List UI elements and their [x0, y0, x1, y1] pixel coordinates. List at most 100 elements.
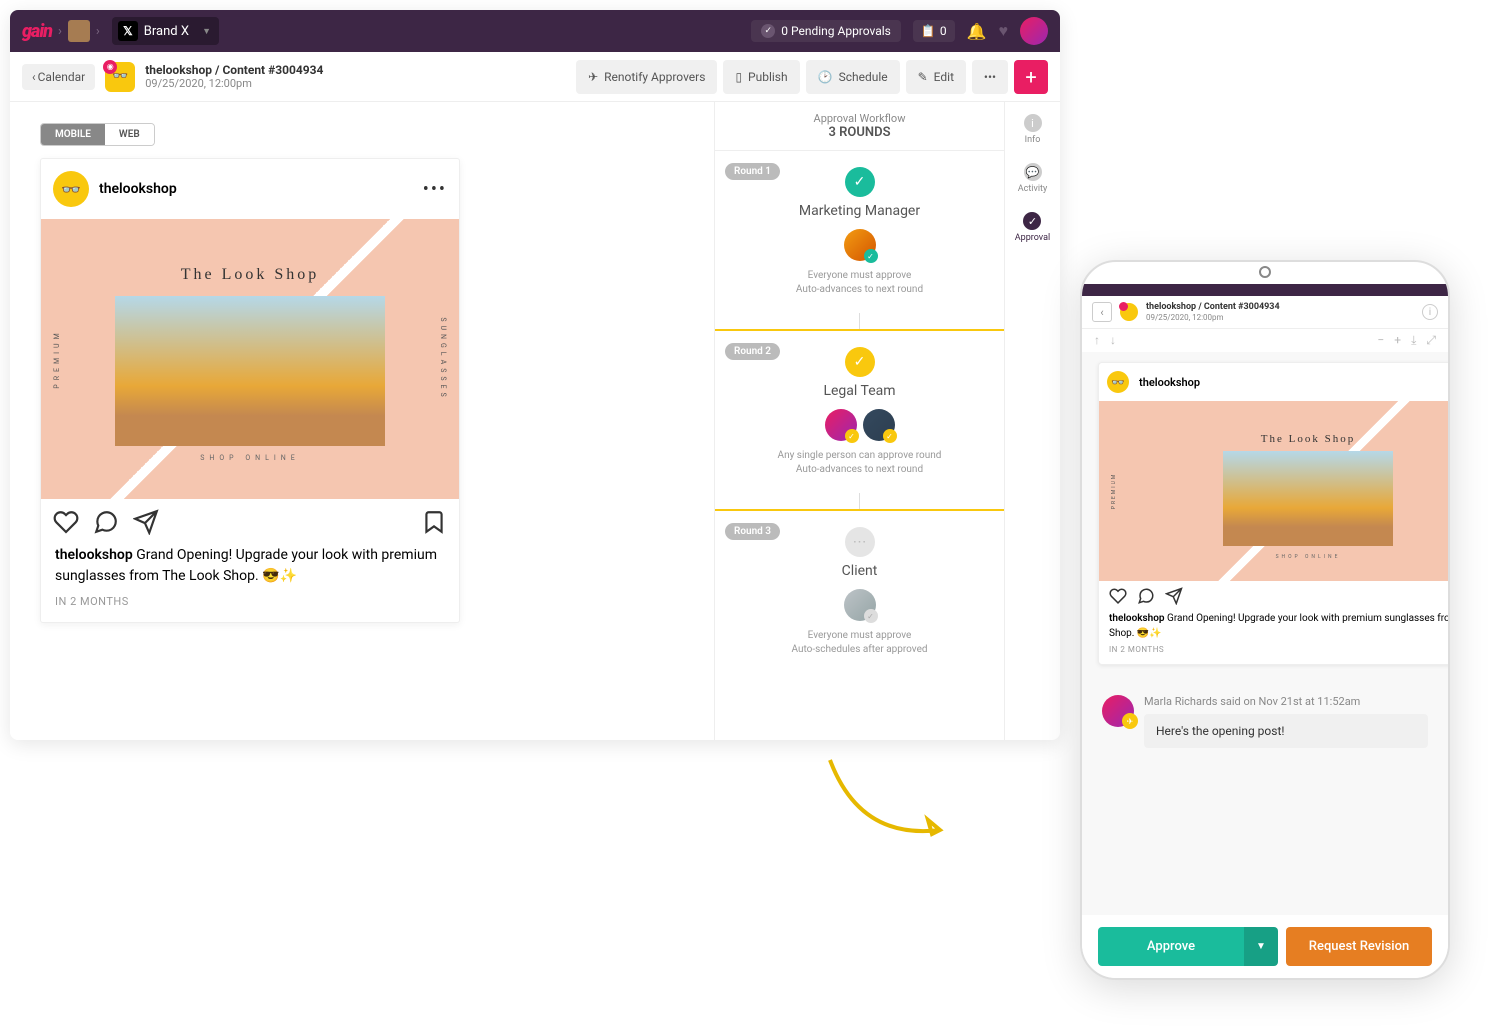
toolbar: ✈Renotify Approvers ▯Publish 🕑Schedule ✎… — [576, 60, 1048, 94]
post-image: PREMIUM SUNGLASSES The Look Shop SHOP ON… — [41, 219, 459, 499]
share-icon[interactable] — [1165, 587, 1183, 605]
commenter-avatar: ✈ — [1102, 695, 1134, 727]
pending-icon: ✓ — [864, 609, 878, 623]
caption-user: thelookshop — [55, 547, 133, 563]
heart-icon[interactable] — [53, 509, 79, 535]
renotify-button[interactable]: ✈Renotify Approvers — [576, 60, 717, 94]
phone-statusbar — [1082, 284, 1448, 296]
device-icon: ▯ — [735, 70, 742, 84]
preview-column: MOBILE WEB 👓 thelookshop ••• PREMIUM SUN… — [10, 102, 714, 740]
edit-button[interactable]: ✎Edit — [906, 60, 966, 94]
send-icon: ✈ — [1122, 713, 1138, 729]
phone-content: 👓 thelookshop ••• PREMIUM SUNGLASSES The… — [1082, 352, 1448, 915]
image-label-right: SUNGLASSES — [439, 317, 447, 400]
round-2: Round 2 ✓ Legal Team ✓ ✓ Any single pers… — [715, 331, 1004, 493]
user-avatar[interactable] — [1020, 17, 1048, 45]
check-icon: ✓ — [1023, 212, 1041, 230]
post-caption: thelookshop Grand Opening! Upgrade your … — [1099, 611, 1448, 645]
crumb-sep: › — [58, 24, 62, 39]
phone-mockup: ‹ thelookshop / Content #3004934 09/25/2… — [1080, 260, 1450, 980]
x-icon: 𝕏 — [118, 21, 138, 41]
web-tab[interactable]: WEB — [105, 124, 154, 145]
expand-icon[interactable]: ⤢ — [1426, 333, 1436, 348]
back-calendar-button[interactable]: ‹ Calendar — [22, 64, 95, 90]
clipboard-count[interactable]: 📋 0 — [913, 20, 955, 42]
round-pill: Round 2 — [725, 343, 780, 360]
image-photo — [115, 296, 385, 446]
post-preview: 👓 thelookshop ••• PREMIUM SUNGLASSES The… — [1098, 362, 1448, 665]
round-rule: Any single person can approve round Auto… — [727, 449, 992, 477]
heart-icon[interactable] — [1109, 587, 1127, 605]
workflow-header: Approval Workflow 3 ROUNDS — [715, 102, 1004, 151]
topbar: gain › › 𝕏 Brand X ▼ ✓ 0 Pending Approva… — [10, 10, 1060, 52]
approve-dropdown[interactable]: ▼ — [1244, 927, 1278, 966]
workflow-rounds-count: 3 ROUNDS — [725, 125, 994, 140]
info-icon[interactable]: i — [1422, 304, 1438, 320]
connector — [859, 313, 860, 329]
share-icon[interactable] — [133, 509, 159, 535]
schedule-button[interactable]: 🕑Schedule — [806, 60, 900, 94]
post-actions — [41, 499, 459, 545]
instagram-icon: ◉ — [103, 60, 117, 74]
logo[interactable]: gain — [22, 21, 52, 42]
minus-icon[interactable]: − — [1377, 333, 1384, 348]
round-avatars: ✓ — [727, 589, 992, 621]
subbar: ‹ Calendar ◉ 👓 thelookshop / Content #30… — [10, 52, 1060, 102]
comment-icon[interactable] — [1137, 587, 1155, 605]
workspace-thumb[interactable] — [68, 20, 90, 42]
add-button[interactable]: + — [1014, 60, 1048, 94]
post-caption: thelookshop Grand Opening! Upgrade your … — [41, 545, 459, 595]
comment-icon[interactable] — [93, 509, 119, 535]
phone-header: ‹ thelookshop / Content #3004934 09/25/2… — [1082, 296, 1448, 329]
chat-icon: 💬 — [1024, 163, 1042, 181]
image-label-left: PREMIUM — [53, 329, 61, 388]
workflow-column: ▸ Approval Workflow 3 ROUNDS Round 1 ✓ M… — [714, 102, 1004, 740]
round-avatars: ✓ ✓ — [727, 409, 992, 441]
round-name: Legal Team — [727, 383, 992, 399]
pending-approvals[interactable]: ✓ 0 Pending Approvals — [751, 20, 901, 42]
publish-button[interactable]: ▯Publish — [723, 60, 799, 94]
request-revision-button[interactable]: Request Revision — [1286, 927, 1432, 966]
content-meta: thelookshop / Content #3004934 09/25/202… — [1146, 302, 1280, 322]
post-time: IN 2 MONTHS — [1099, 645, 1448, 664]
approver-avatar: ✓ — [863, 409, 895, 441]
pencil-icon: ✎ — [918, 70, 928, 84]
bookmark-icon[interactable] — [421, 509, 447, 535]
more-button[interactable]: ••• — [972, 60, 1008, 94]
image-tagline: SHOP ONLINE — [200, 454, 300, 462]
check-icon: ✓ — [864, 249, 878, 263]
back-label: Calendar — [38, 70, 86, 84]
up-icon[interactable]: ↑ — [1094, 333, 1100, 348]
rail-activity[interactable]: 💬 Activity — [1018, 163, 1047, 194]
mobile-tab[interactable]: MOBILE — [41, 124, 105, 145]
clock-icon: 🕑 — [818, 70, 833, 84]
topbar-right: ✓ 0 Pending Approvals 📋 0 🔔 ♥ — [751, 17, 1048, 45]
round-1: Round 1 ✓ Marketing Manager ✓ Everyone m… — [715, 151, 1004, 313]
comment-text: Here's the opening post! — [1144, 714, 1428, 748]
content-date: 09/25/2020, 12:00pm — [145, 77, 327, 90]
brand-selector[interactable]: 𝕏 Brand X ▼ — [112, 17, 219, 45]
pending-icon: ✓ — [845, 429, 859, 443]
plus-icon[interactable]: + — [1394, 333, 1401, 348]
round-rule: Everyone must approve Auto-schedules aft… — [727, 629, 992, 657]
arrow-annotation — [820, 750, 960, 870]
app-window: gain › › 𝕏 Brand X ▼ ✓ 0 Pending Approva… — [10, 10, 1060, 740]
post-avatar: 👓 — [1107, 371, 1129, 393]
down-icon[interactable]: ↓ — [1110, 333, 1116, 348]
post-menu-icon[interactable]: ••• — [423, 179, 447, 200]
rail-approval[interactable]: ✓ Approval — [1015, 212, 1050, 243]
download-icon[interactable]: ⤓ — [1411, 333, 1416, 348]
main: MOBILE WEB 👓 thelookshop ••• PREMIUM SUN… — [10, 102, 1060, 740]
approve-button[interactable]: Approve — [1098, 927, 1244, 966]
bell-icon[interactable]: 🔔 — [967, 22, 987, 41]
connector — [859, 493, 860, 509]
back-button[interactable]: ‹ — [1092, 302, 1112, 322]
post-time: IN 2 MONTHS — [41, 595, 459, 622]
content-meta: thelookshop / Content #3004934 09/25/202… — [145, 63, 327, 90]
phone-toolbar: ↑ ↓ − + ⤓ ⤢ — [1082, 329, 1448, 352]
heart-icon[interactable]: ♥ — [999, 21, 1009, 41]
clipboard-icon: 📋 — [921, 24, 936, 38]
rail-info[interactable]: i Info — [1024, 114, 1042, 145]
comment-meta: Marla Richards said on Nov 21st at 11:52… — [1144, 695, 1428, 708]
approver-avatar: ✓ — [825, 409, 857, 441]
